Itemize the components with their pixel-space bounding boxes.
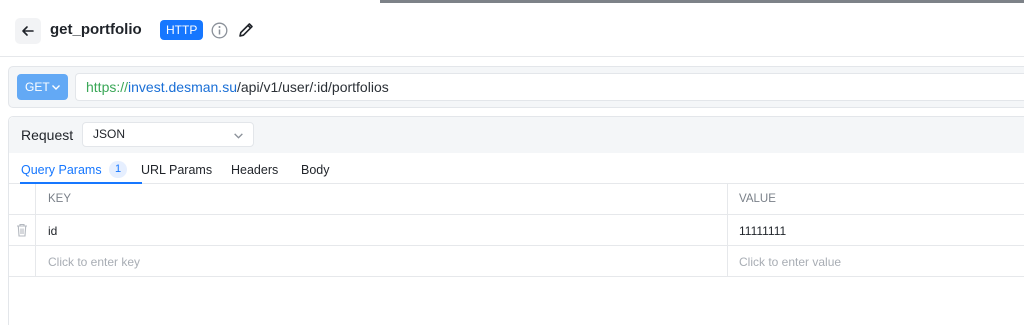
tab-url-params[interactable]: URL Params bbox=[141, 163, 212, 177]
table-row: id 11111111 bbox=[9, 215, 1024, 246]
pencil-icon[interactable] bbox=[237, 21, 255, 39]
url-path: /api/v1/user/:id/portfolios bbox=[236, 79, 389, 95]
new-value-input[interactable]: Click to enter value bbox=[739, 255, 841, 269]
column-header-key: KEY bbox=[48, 193, 72, 205]
url-input[interactable]: https://invest.desman.su/api/v1/user/:id… bbox=[75, 73, 1024, 101]
tab-body[interactable]: Body bbox=[301, 163, 330, 177]
request-header: get_portfolio HTTP bbox=[0, 3, 1024, 57]
back-button[interactable] bbox=[15, 18, 41, 44]
request-tabs: Query Params 1 URL Params Headers Body bbox=[9, 153, 1024, 184]
arrow-left-icon bbox=[22, 26, 34, 36]
trash-icon[interactable] bbox=[16, 223, 28, 237]
new-key-input[interactable]: Click to enter key bbox=[48, 255, 140, 269]
request-panel: Request JSON Query Params 1 URL Params H… bbox=[8, 116, 1024, 325]
url-bar: GET https://invest.desman.su/api/v1/user… bbox=[8, 66, 1024, 108]
protocol-badge: HTTP bbox=[160, 20, 204, 40]
table-row-new: Click to enter key Click to enter value bbox=[9, 246, 1024, 277]
method-label: GET bbox=[25, 80, 50, 94]
page-title: get_portfolio bbox=[50, 21, 142, 38]
url-protocol: https:// bbox=[86, 79, 129, 95]
chevron-down-icon bbox=[234, 133, 243, 139]
tab-query-params[interactable]: Query Params bbox=[21, 163, 102, 177]
column-header-value: VALUE bbox=[739, 193, 776, 205]
param-value-cell[interactable]: 11111111 bbox=[739, 224, 786, 238]
table-header-row: KEY VALUE bbox=[9, 184, 1024, 215]
request-label: Request bbox=[21, 127, 74, 143]
param-key-cell[interactable]: id bbox=[48, 224, 57, 238]
body-type-select[interactable]: JSON bbox=[82, 122, 254, 147]
tab-headers[interactable]: Headers bbox=[231, 163, 278, 177]
method-select[interactable]: GET bbox=[17, 74, 68, 100]
chevron-down-icon bbox=[52, 85, 60, 90]
query-params-count-badge: 1 bbox=[109, 161, 127, 178]
request-toolbar: Request JSON bbox=[9, 117, 1024, 153]
info-icon[interactable] bbox=[211, 22, 228, 39]
body-type-value: JSON bbox=[93, 127, 126, 141]
url-host: invest.desman.su bbox=[128, 79, 237, 95]
